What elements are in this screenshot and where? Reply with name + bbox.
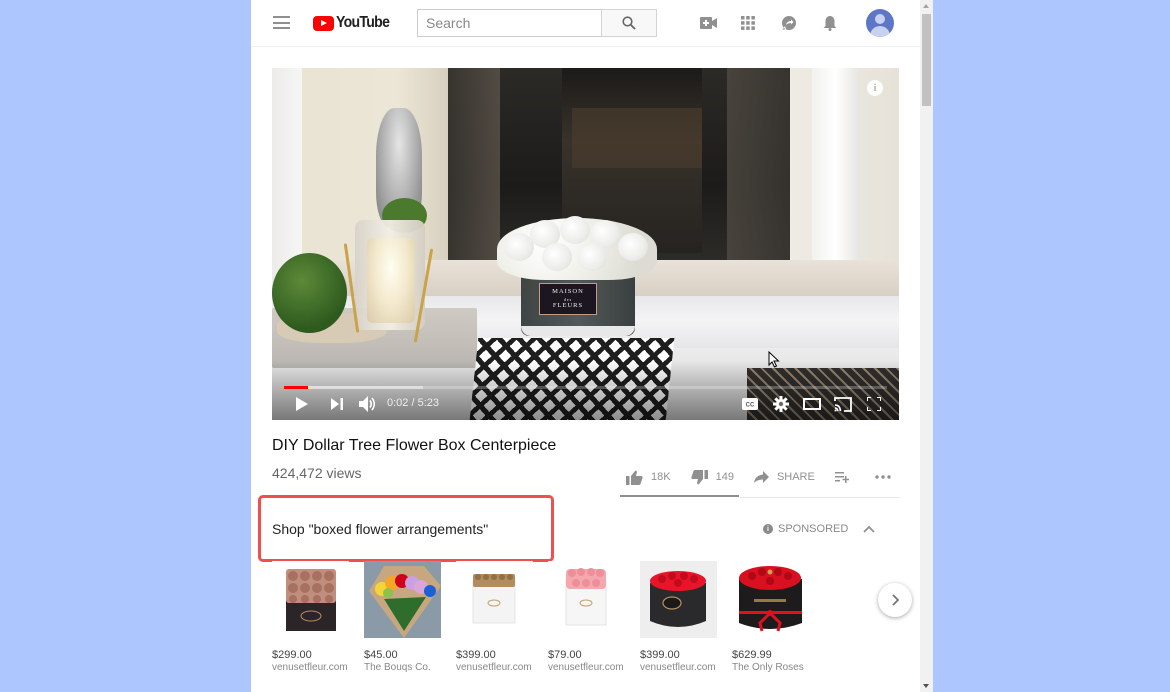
scroll-up-arrow-icon[interactable] [923, 4, 929, 8]
product-seller: venusetfleur.com [456, 662, 532, 673]
progress-bar[interactable] [284, 386, 887, 389]
like-dislike-ratio-bar [620, 495, 739, 497]
carousel-next-button[interactable] [878, 583, 912, 617]
captions-button[interactable]: CC [740, 394, 760, 414]
product-price: $399.00 [456, 649, 496, 661]
shopping-title: Shop "boxed flower arrangements" [272, 521, 489, 537]
play-button[interactable] [292, 394, 312, 414]
search-icon [622, 16, 636, 30]
product-image [364, 561, 441, 638]
divider [740, 497, 900, 498]
product-price: $629.99 [732, 649, 772, 661]
dislike-button[interactable]: 149 [690, 469, 734, 485]
cast-icon [834, 396, 852, 412]
product-seller: The Bouqs Co. [364, 662, 431, 673]
video-player[interactable]: MAISON des FLEURS i 0:02 / 5:23 CC [272, 68, 899, 420]
captions-icon: CC [742, 398, 758, 410]
product-image [272, 561, 349, 638]
product-seller: venusetfleur.com [272, 662, 348, 673]
theater-mode-button[interactable] [801, 394, 823, 414]
logo-text: YouTube [336, 14, 390, 31]
product-image [732, 561, 809, 638]
svg-text:CC: CC [746, 403, 755, 409]
thumbs-up-icon [626, 470, 643, 485]
cast-button[interactable] [832, 394, 854, 414]
more-options-icon [875, 475, 891, 479]
sponsored-label: SPONSORED [778, 523, 849, 535]
create-video-icon [699, 17, 717, 29]
product-card[interactable]: $629.99 The Only Roses [732, 561, 812, 673]
notifications-button[interactable] [820, 13, 840, 33]
settings-gear-icon [773, 396, 789, 412]
theater-mode-icon [803, 398, 821, 410]
more-actions-button[interactable] [875, 475, 891, 479]
info-icon: i [763, 524, 773, 534]
product-seller: venusetfleur.com [548, 662, 624, 673]
notifications-icon [823, 16, 837, 31]
product-card[interactable]: $79.00 venusetfleur.com [548, 561, 628, 673]
fullscreen-icon [867, 397, 881, 411]
product-price: $79.00 [548, 649, 582, 661]
next-button[interactable] [327, 394, 347, 414]
messages-icon [782, 16, 796, 30]
product-price: $45.00 [364, 649, 398, 661]
menu-icon[interactable] [273, 16, 290, 29]
product-carousel: $299.00 venusetfleur.com $45.00 The Bouq… [272, 561, 824, 673]
fullscreen-button[interactable] [864, 394, 884, 414]
next-icon [331, 398, 343, 410]
sponsored-badge[interactable]: i SPONSORED [763, 523, 848, 535]
dislike-count: 149 [715, 471, 734, 483]
product-image [456, 561, 533, 638]
product-price: $299.00 [272, 649, 312, 661]
product-price: $399.00 [640, 649, 680, 661]
thumbs-down-icon [690, 469, 708, 484]
share-button[interactable]: SHARE [753, 471, 815, 483]
chevron-up-icon [863, 525, 875, 533]
like-count: 18K [651, 471, 671, 483]
product-card[interactable]: $399.00 venusetfleur.com [456, 561, 536, 673]
play-icon [296, 397, 308, 411]
product-seller: venusetfleur.com [640, 662, 716, 673]
search-button[interactable] [601, 9, 657, 37]
apps-button[interactable] [738, 13, 758, 33]
product-seller: The Only Roses [732, 662, 804, 673]
add-to-playlist-icon [834, 472, 849, 483]
time-display: 0:02 / 5:23 [387, 397, 439, 409]
video-actions: 18K 149 SHARE [626, 467, 891, 487]
youtube-play-icon [313, 15, 334, 31]
progress-played [284, 386, 309, 389]
youtube-page: YouTube Search MAISON des FLEURS i 0:02 … [251, 0, 920, 692]
collapse-button[interactable] [861, 521, 877, 537]
create-video-button[interactable] [698, 13, 718, 33]
chevron-right-icon [892, 594, 900, 606]
account-avatar[interactable] [866, 9, 894, 37]
like-button[interactable]: 18K [626, 470, 671, 485]
messages-button[interactable] [779, 13, 799, 33]
apps-icon [741, 16, 755, 30]
search-input[interactable] [417, 9, 602, 37]
video-title: DIY Dollar Tree Flower Box Centerpiece [272, 437, 557, 454]
settings-button[interactable] [771, 394, 791, 414]
product-image [640, 561, 717, 638]
page-scrollbar[interactable] [920, 0, 933, 692]
product-image [548, 561, 625, 638]
volume-button[interactable] [357, 394, 379, 414]
scrollbar-thumb[interactable] [922, 14, 931, 106]
share-arrow-icon [753, 471, 769, 483]
share-label: SHARE [776, 471, 815, 483]
view-count: 424,472 views [272, 465, 362, 481]
add-to-playlist-button[interactable] [834, 471, 850, 483]
product-card[interactable]: $299.00 venusetfleur.com [272, 561, 352, 673]
youtube-logo[interactable]: YouTube [313, 14, 396, 32]
masthead: YouTube [251, 0, 920, 47]
product-card[interactable]: $45.00 The Bouqs Co. [364, 561, 444, 673]
volume-icon [359, 396, 376, 412]
scroll-down-arrow-icon[interactable] [923, 684, 929, 688]
maison-des-fleurs-label: MAISON des FLEURS [539, 283, 597, 315]
product-card[interactable]: $399.00 venusetfleur.com [640, 561, 720, 673]
info-icon[interactable]: i [867, 80, 883, 96]
